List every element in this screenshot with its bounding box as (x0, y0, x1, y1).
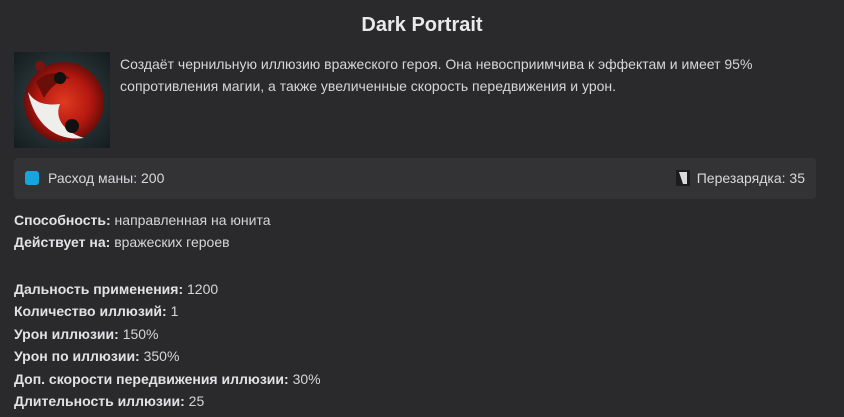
property-value: 30% (292, 370, 321, 387)
property-label: Доп. скорости передвижения иллюзии: (14, 370, 289, 387)
property-value: 25 (188, 392, 205, 409)
property-label: Урон иллюзии: (14, 325, 119, 342)
ability-title: Dark Portrait (361, 14, 483, 36)
property-label: Количество иллюзий: (14, 303, 167, 320)
cooldown: Перезарядка: 35 (675, 170, 805, 186)
dark-portrait-icon (14, 52, 110, 148)
property-value: 1200 (187, 281, 219, 297)
property-row: Количество иллюзий: 1 (14, 300, 321, 322)
property-value: 1 (170, 303, 179, 320)
property-value: вражеских героев (114, 234, 230, 251)
property-row: Длительность иллюзии: 25 (14, 390, 321, 412)
cooldown-icon (675, 170, 690, 186)
property-value: 350% (143, 348, 180, 365)
property-row: Доп. скорости передвижения иллюзии: 30% (14, 368, 321, 390)
property-row: Дальность применения: 1200 (14, 278, 321, 300)
property-label: Длительность иллюзии: (14, 392, 185, 409)
property-row: Урон иллюзии: 150% (14, 323, 321, 345)
mana-icon (25, 171, 39, 185)
stats-bar: Расход маны: 200 Перезарядка: 35 (14, 158, 816, 199)
mana-label: Расход маны: 200 (48, 170, 165, 186)
property-label: Дальность применения: (14, 281, 184, 297)
property-label: Способность: (14, 212, 111, 228)
property-label: Действует на: (14, 234, 111, 251)
property-value: 150% (122, 325, 159, 342)
mana-cost: Расход маны: 200 (25, 170, 164, 186)
property-row: Урон по иллюзии: 350% (14, 345, 321, 367)
cooldown-label: Перезарядка: 35 (696, 170, 805, 186)
property-row: Способность: направленная на юнита (14, 209, 271, 231)
property-label: Урон по иллюзии: (14, 348, 140, 365)
property-row: Действует на: вражеских героев (14, 231, 271, 253)
ability-properties-basic: Способность: направленная на юнита Дейст… (14, 209, 271, 254)
ability-description: Создаёт чернильную иллюзию вражеского ге… (120, 56, 753, 94)
property-value: направленная на юнита (114, 212, 271, 228)
ability-properties-values: Дальность применения: 1200 Количество ил… (14, 278, 321, 412)
ability-art (14, 52, 110, 148)
